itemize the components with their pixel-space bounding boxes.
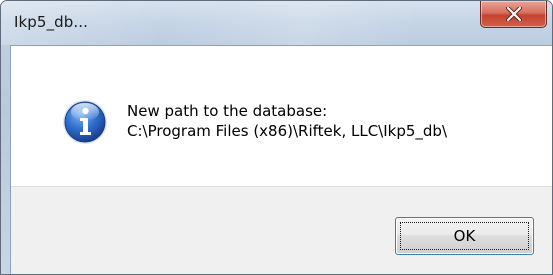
window-title: Ikp5_db...: [14, 13, 89, 31]
ok-button[interactable]: OK: [395, 217, 534, 255]
message-text: New path to the database: C:\Program Fil…: [127, 101, 447, 141]
dialog-client-area: New path to the database: C:\Program Fil…: [10, 45, 552, 274]
ok-button-label: OK: [453, 227, 476, 245]
title-bar[interactable]: Ikp5_db...: [1, 1, 552, 45]
message-area: New path to the database: C:\Program Fil…: [11, 46, 552, 186]
close-icon: [506, 7, 522, 21]
close-button[interactable]: [480, 1, 547, 28]
button-bar: OK: [11, 186, 552, 274]
message-path: C:\Program Files (x86)\Riftek, LLC\Ikp5_…: [127, 122, 447, 140]
message-line-1: New path to the database:: [127, 102, 328, 120]
dialog-window: Ikp5_db... New path to the database: C:\…: [0, 0, 553, 275]
info-icon: [63, 100, 107, 144]
